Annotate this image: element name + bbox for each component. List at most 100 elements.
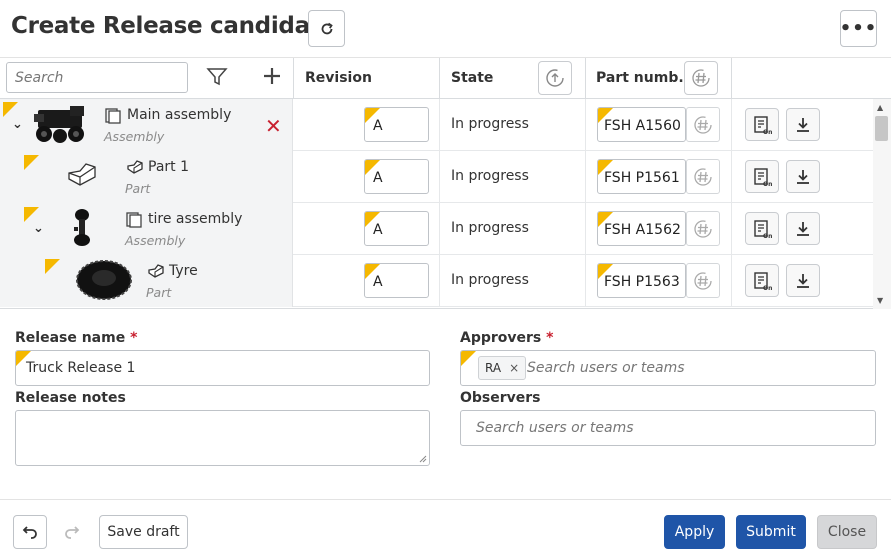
generate-part-number-button[interactable] [686, 159, 720, 194]
items-table: ⌄ Main assembly Assembly ✕ A In progress… [0, 99, 891, 309]
approver-chip-label: RA [485, 361, 502, 375]
close-button[interactable]: Close [817, 515, 877, 549]
observers-placeholder: Search users or teams [476, 420, 634, 436]
part-number-value: FSH P1561 [604, 170, 680, 186]
remove-chip-icon[interactable]: × [509, 361, 519, 375]
revision-input[interactable]: A [364, 159, 429, 194]
modified-flag-icon [24, 155, 39, 170]
tyre-thumbnail [76, 260, 132, 300]
part-number-input[interactable]: FSH P1563 [597, 263, 686, 298]
download-button[interactable] [786, 264, 820, 297]
refresh-button[interactable] [308, 10, 345, 47]
modified-flag-icon [598, 108, 613, 123]
apply-button[interactable]: Apply [664, 515, 725, 549]
scrollbar-thumb[interactable] [875, 116, 888, 141]
properties-icon: On [754, 167, 772, 187]
part-icon [148, 264, 164, 278]
approvers-placeholder: Search users or teams [527, 360, 685, 376]
save-draft-button[interactable]: Save draft [99, 515, 188, 549]
svg-text:On: On [763, 129, 772, 135]
table-row[interactable]: ⌄ tire assembly Assembly A In progress F… [0, 203, 873, 255]
assembly-icon [105, 108, 121, 124]
column-header-part-number[interactable]: Part numb... [596, 70, 694, 86]
scroll-up-icon[interactable]: ▲ [877, 103, 883, 112]
release-notes-label: Release notes [15, 390, 126, 406]
svg-text:On: On [763, 285, 772, 291]
revision-input[interactable]: A [364, 107, 429, 142]
more-options-button[interactable]: ••• [840, 10, 877, 47]
filter-icon[interactable] [206, 67, 228, 87]
chevron-down-icon[interactable]: ⌄ [33, 221, 44, 236]
part-number-input[interactable]: FSH P1561 [597, 159, 686, 194]
table-row[interactable]: Tyre Part A In progress FSH P1563 On [0, 255, 873, 307]
resize-handle-icon[interactable] [418, 454, 427, 463]
properties-button[interactable]: On [745, 108, 779, 141]
state-value: In progress [451, 116, 529, 132]
remove-item-icon[interactable]: ✕ [265, 114, 282, 138]
part-number-input[interactable]: FSH A1562 [597, 211, 686, 246]
properties-button[interactable]: On [745, 264, 779, 297]
revision-input[interactable]: A [364, 263, 429, 298]
table-row[interactable]: ⌄ Main assembly Assembly ✕ A In progress… [0, 99, 873, 151]
column-divider [731, 58, 732, 99]
approvers-label: Approvers * [460, 330, 554, 346]
table-scrollbar[interactable]: ▲ ▼ [873, 99, 891, 309]
undo-button[interactable] [13, 515, 47, 549]
generate-part-number-button[interactable] [686, 107, 720, 142]
column-divider [293, 58, 294, 99]
part-icon [127, 160, 143, 174]
item-type: Part [125, 181, 151, 196]
redo-icon [65, 526, 80, 539]
generate-all-part-numbers-button[interactable] [684, 61, 718, 95]
properties-icon: On [754, 219, 772, 239]
approver-chip[interactable]: RA × [478, 356, 527, 380]
release-name-value: Truck Release 1 [26, 360, 136, 376]
download-button[interactable] [786, 212, 820, 245]
generate-part-number-button[interactable] [686, 263, 720, 298]
generate-part-number-button[interactable] [686, 211, 720, 246]
download-button[interactable] [786, 108, 820, 141]
item-cell: Part 1 Part [0, 151, 293, 203]
search-input[interactable]: Search [6, 62, 188, 93]
generate-number-icon [694, 271, 712, 290]
add-icon[interactable] [262, 66, 282, 86]
generate-number-icon [694, 219, 712, 238]
reset-state-button[interactable] [538, 61, 572, 95]
modified-flag-icon [365, 160, 380, 175]
modified-flag-icon [16, 351, 31, 366]
properties-button[interactable]: On [745, 212, 779, 245]
column-header-revision[interactable]: Revision [305, 70, 372, 86]
state-value: In progress [451, 272, 529, 288]
item-name: Main assembly [127, 107, 232, 123]
column-header-state[interactable]: State [451, 70, 493, 86]
undo-icon [22, 526, 37, 539]
part-number-input[interactable]: FSH A1560 [597, 107, 686, 142]
scroll-down-icon[interactable]: ▼ [877, 296, 883, 305]
properties-button[interactable]: On [745, 160, 779, 193]
revision-input[interactable]: A [364, 211, 429, 246]
reset-icon [546, 69, 564, 87]
approvers-input[interactable]: RA × Search users or teams [460, 350, 876, 386]
svg-text:On: On [763, 181, 772, 187]
release-name-input[interactable]: Truck Release 1 [15, 350, 430, 386]
release-name-label: Release name * [15, 330, 138, 346]
column-divider [585, 58, 586, 99]
table-row[interactable]: Part 1 Part A In progress FSH P1561 On [0, 151, 873, 203]
item-name: Tyre [169, 263, 198, 279]
chevron-down-icon[interactable]: ⌄ [12, 117, 23, 132]
redo-button[interactable] [55, 515, 89, 549]
modified-flag-icon [3, 102, 18, 117]
column-divider [439, 58, 440, 99]
download-icon [797, 117, 809, 132]
download-icon [797, 221, 809, 236]
generate-number-icon [694, 115, 712, 134]
state-value: In progress [451, 168, 529, 184]
release-notes-textarea[interactable] [15, 410, 430, 466]
observers-label: Observers [460, 390, 541, 406]
item-name: tire assembly [148, 211, 243, 227]
download-button[interactable] [786, 160, 820, 193]
svg-text:On: On [763, 233, 772, 239]
observers-input[interactable]: Search users or teams [460, 410, 876, 446]
submit-button[interactable]: Submit [736, 515, 806, 549]
item-type: Assembly [125, 233, 186, 248]
